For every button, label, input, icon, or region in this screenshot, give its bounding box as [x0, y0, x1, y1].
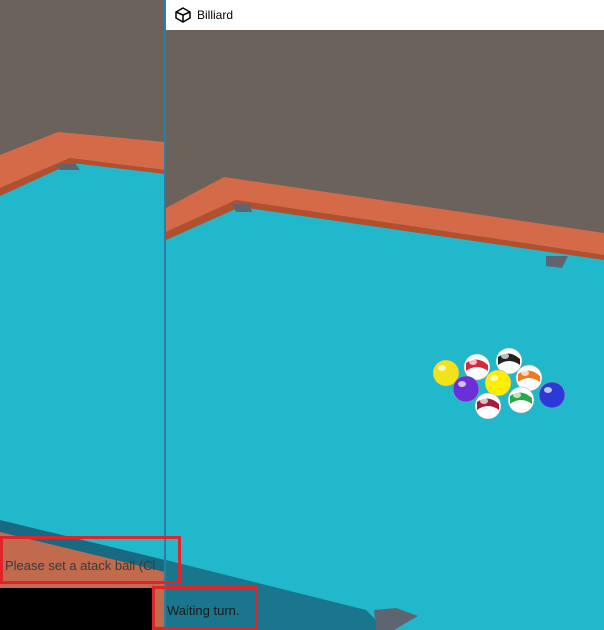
dark-red-striped-ball[interactable] [474, 392, 502, 420]
right-table-cloth [166, 207, 604, 630]
left-status-text: Please set a atack ball (Cl [5, 558, 156, 573]
unity-logo-icon [175, 7, 191, 23]
purple-ball[interactable] [452, 375, 480, 403]
left-bottom-bar [0, 588, 152, 630]
right-game-viewport[interactable]: Billiard [166, 0, 604, 630]
window-title: Billiard [197, 8, 234, 22]
window-titlebar[interactable]: Billiard [166, 0, 604, 30]
right-table-scene [166, 0, 604, 630]
right-status-text: Waiting turn. [167, 603, 240, 618]
green-striped-ball[interactable] [507, 386, 535, 414]
yellow-center-ball[interactable] [484, 369, 512, 397]
right-status-highlight: Waiting turn. [152, 586, 258, 630]
left-status-highlight: Please set a atack ball (Cl [0, 536, 181, 584]
blue-ball[interactable] [538, 381, 566, 409]
